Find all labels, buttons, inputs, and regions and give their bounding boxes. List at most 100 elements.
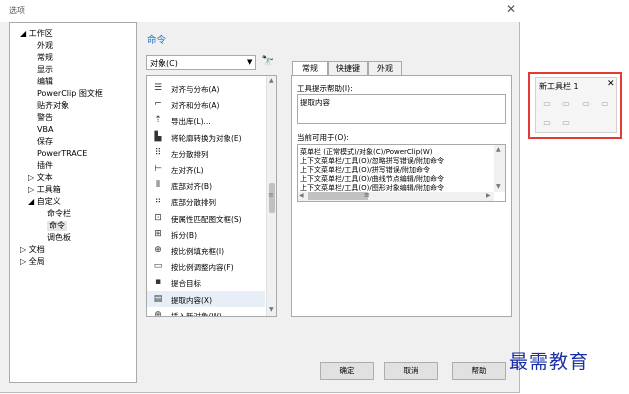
available-in-item[interactable]: 上下文菜单栏/工具(O)/拼写错误/附加命令 <box>300 165 430 175</box>
scroll-up-icon[interactable]: ▲ <box>269 77 274 84</box>
close-icon[interactable]: ✕ <box>607 79 615 89</box>
available-in-item[interactable]: 上下文菜单栏/工具(O)/忽略拼写错误/附加命令 <box>300 156 444 166</box>
command-list-item[interactable]: ⠶ 底部分散排列 <box>147 193 265 209</box>
command-label: 导出库(L)... <box>171 117 211 127</box>
tooltip-help-field[interactable]: 提取内容 <box>297 94 506 124</box>
command-label: 提合目标 <box>171 279 201 289</box>
tree-item[interactable]: ▷ 全局 <box>20 257 45 267</box>
command-icon: ▭ <box>153 261 163 272</box>
dialog-title: 选项 <box>9 6 25 15</box>
command-list-item[interactable]: ⊡ 使属性匹配图文框(S) <box>147 210 265 226</box>
tooltip-help-label: 工具提示帮助(I): <box>297 84 353 93</box>
command-label: 按比例调整内容(F) <box>171 263 234 273</box>
command-list-item[interactable]: ⊢ 左对齐(L) <box>147 161 265 177</box>
tab-shortcut-keys[interactable]: 快捷键 <box>328 61 368 75</box>
tree-item[interactable]: 贴齐对象 <box>37 101 69 111</box>
tree-item[interactable]: 插件 <box>37 161 53 171</box>
command-icon: ⊕ <box>154 245 162 255</box>
chevron-down-icon: ▼ <box>247 58 253 66</box>
command-icon: ⊢ <box>154 164 162 174</box>
tree-item[interactable]: 调色板 <box>47 233 71 243</box>
command-list-item[interactable]: ⊕ 插入新对象(W) <box>147 307 265 317</box>
command-list[interactable]: ▲ ≡ ▼ ☰ 对齐与分布(A) ⌐ 对齐和分布(A) ⇡ 导出库(L)... ▙ 将轮廓转换… <box>146 75 277 317</box>
tree-item[interactable]: ▷ 文档 <box>20 245 45 255</box>
scroll-right-icon[interactable]: ▶ <box>486 192 491 199</box>
available-in-vscroll[interactable]: ▲ ▼ <box>494 145 505 192</box>
tree-item[interactable]: 命令栏 <box>47 209 71 219</box>
available-in-item[interactable]: 菜单栏 (正常模式)/对象(C)/PowerClip(W) <box>300 147 433 157</box>
tree-item[interactable]: VBA <box>37 125 53 135</box>
scroll-grip-icon: ≡ <box>268 191 274 199</box>
tree-item[interactable]: ◢ 工作区 <box>20 29 53 39</box>
tree-item[interactable]: PowerTRACE <box>37 149 87 159</box>
command-list-item[interactable]: ⠿ 左分散排列 <box>147 145 265 161</box>
section-title: 命令 <box>147 35 167 46</box>
command-list-item[interactable]: ▙ 将轮廓转换为对象(E) <box>147 129 265 145</box>
category-dropdown[interactable]: 对象(C) ▼ <box>146 55 256 70</box>
command-list-item[interactable]: ☰ 对齐与分布(A) <box>147 80 265 96</box>
command-icon: ⇡ <box>154 115 162 126</box>
command-icon: ⊞ <box>154 228 162 239</box>
command-label: 左对齐(L) <box>171 166 204 175</box>
command-list-item[interactable]: ▤ 提取内容(X) <box>147 290 265 307</box>
toolbar-placeholder-icon[interactable]: ▭ <box>560 118 572 127</box>
tree-item[interactable]: 编辑 <box>37 77 53 87</box>
tree-item[interactable]: PowerClip 图文框 <box>37 89 103 99</box>
command-label: 提取内容(X) <box>171 295 212 305</box>
command-label: 拆分(B) <box>171 230 197 240</box>
available-in-list[interactable]: 上下文菜单栏/工具(O)/图形对象编辑/附加命令 上下文菜单栏/工具(O)/曲线节… <box>297 144 506 202</box>
toolbar-placeholder-icon[interactable]: ▭ <box>541 118 553 127</box>
available-in-hscroll[interactable]: ◀ ≡ ▶ <box>298 191 494 201</box>
hscroll-grip-icon: ≡ <box>364 191 370 199</box>
available-in-label: 当前可用于(O): <box>297 133 349 142</box>
binoculars-find-icon[interactable]: 🔭 <box>259 53 277 70</box>
ok-button[interactable]: 确定 <box>320 362 374 380</box>
command-label: 使属性匹配图文框(S) <box>171 214 242 224</box>
hscroll-thumb[interactable] <box>308 192 368 200</box>
command-list-item[interactable]: ▪ 提合目标 <box>147 274 265 290</box>
command-icon: ⠿ <box>154 147 162 158</box>
command-label: 底部对齐(B) <box>171 182 212 192</box>
command-icon: ▤ <box>153 293 163 304</box>
scroll-down-icon[interactable]: ▼ <box>269 306 274 313</box>
toolbar-placeholder-icon[interactable]: ▭ <box>599 99 611 108</box>
scroll-left-icon[interactable]: ◀ <box>299 192 304 199</box>
command-icon: ☰ <box>153 83 163 93</box>
tree-item[interactable]: 警告 <box>37 113 53 123</box>
tree-item[interactable]: 命令 <box>47 221 67 231</box>
command-list-item[interactable]: ⫴ 底部对齐(B) <box>147 177 265 193</box>
command-list-item[interactable]: ⊞ 拆分(B) <box>147 226 265 242</box>
available-in-item[interactable]: 上下文菜单栏/工具(O)/曲线节点编辑/附加命令 <box>300 174 444 184</box>
command-list-item[interactable]: ⌐ 对齐和分布(A) <box>147 96 265 112</box>
command-icon: ⠶ <box>154 196 162 207</box>
tree-item[interactable]: ◢ 自定义 <box>28 197 61 207</box>
cancel-button[interactable]: 取消 <box>384 362 438 380</box>
tab-appearance[interactable]: 外观 <box>368 61 402 75</box>
command-list-item[interactable]: ⊕ 按比例填充框(I) <box>147 242 265 258</box>
dialog-titlebar: 选项 ✕ <box>0 0 520 22</box>
toolbar-placeholder-icon[interactable]: ▭ <box>541 99 553 108</box>
command-list-item[interactable]: ⇡ 导出库(L)... <box>147 112 265 128</box>
new-toolbar-highlight: 新工具栏 1 ✕ ▭ ▭ ▭ ▭ ▭ ▭ <box>528 72 622 139</box>
tree-item[interactable]: 保存 <box>37 137 53 147</box>
tree-item[interactable]: 常规 <box>37 53 53 63</box>
tree-item[interactable]: ▷ 工具箱 <box>28 185 61 195</box>
command-icon: ⊕ <box>154 309 162 317</box>
command-list-item[interactable]: ▭ 按比例调整内容(F) <box>147 258 265 274</box>
new-toolbar[interactable]: 新工具栏 1 ✕ ▭ ▭ ▭ ▭ ▭ ▭ <box>535 77 617 133</box>
command-label: 按比例填充框(I) <box>171 247 225 256</box>
toolbar-placeholder-icon[interactable]: ▭ <box>580 99 592 108</box>
help-button[interactable]: 帮助 <box>452 362 506 380</box>
command-label: 对齐和分布(A) <box>171 101 220 111</box>
scroll-up-icon[interactable]: ▲ <box>496 146 501 153</box>
tooltip-help-value: 提取内容 <box>300 98 330 107</box>
close-icon[interactable]: ✕ <box>506 2 516 16</box>
tree-item[interactable]: 外观 <box>37 41 53 51</box>
toolbar-placeholder-icon[interactable]: ▭ <box>560 99 572 108</box>
tree-item[interactable]: ▷ 文本 <box>28 173 53 183</box>
tree-item[interactable]: 显示 <box>37 65 53 75</box>
command-list-scrollbar[interactable]: ▲ ≡ ▼ <box>266 76 276 316</box>
tab-general[interactable]: 常规 <box>292 61 328 76</box>
options-tree[interactable]: ◢ 工作区外观常规显示编辑 PowerClip 图文框 贴齐对象警告 VBA 保存 Pow… <box>9 22 137 383</box>
scroll-down-icon[interactable]: ▼ <box>496 183 501 190</box>
